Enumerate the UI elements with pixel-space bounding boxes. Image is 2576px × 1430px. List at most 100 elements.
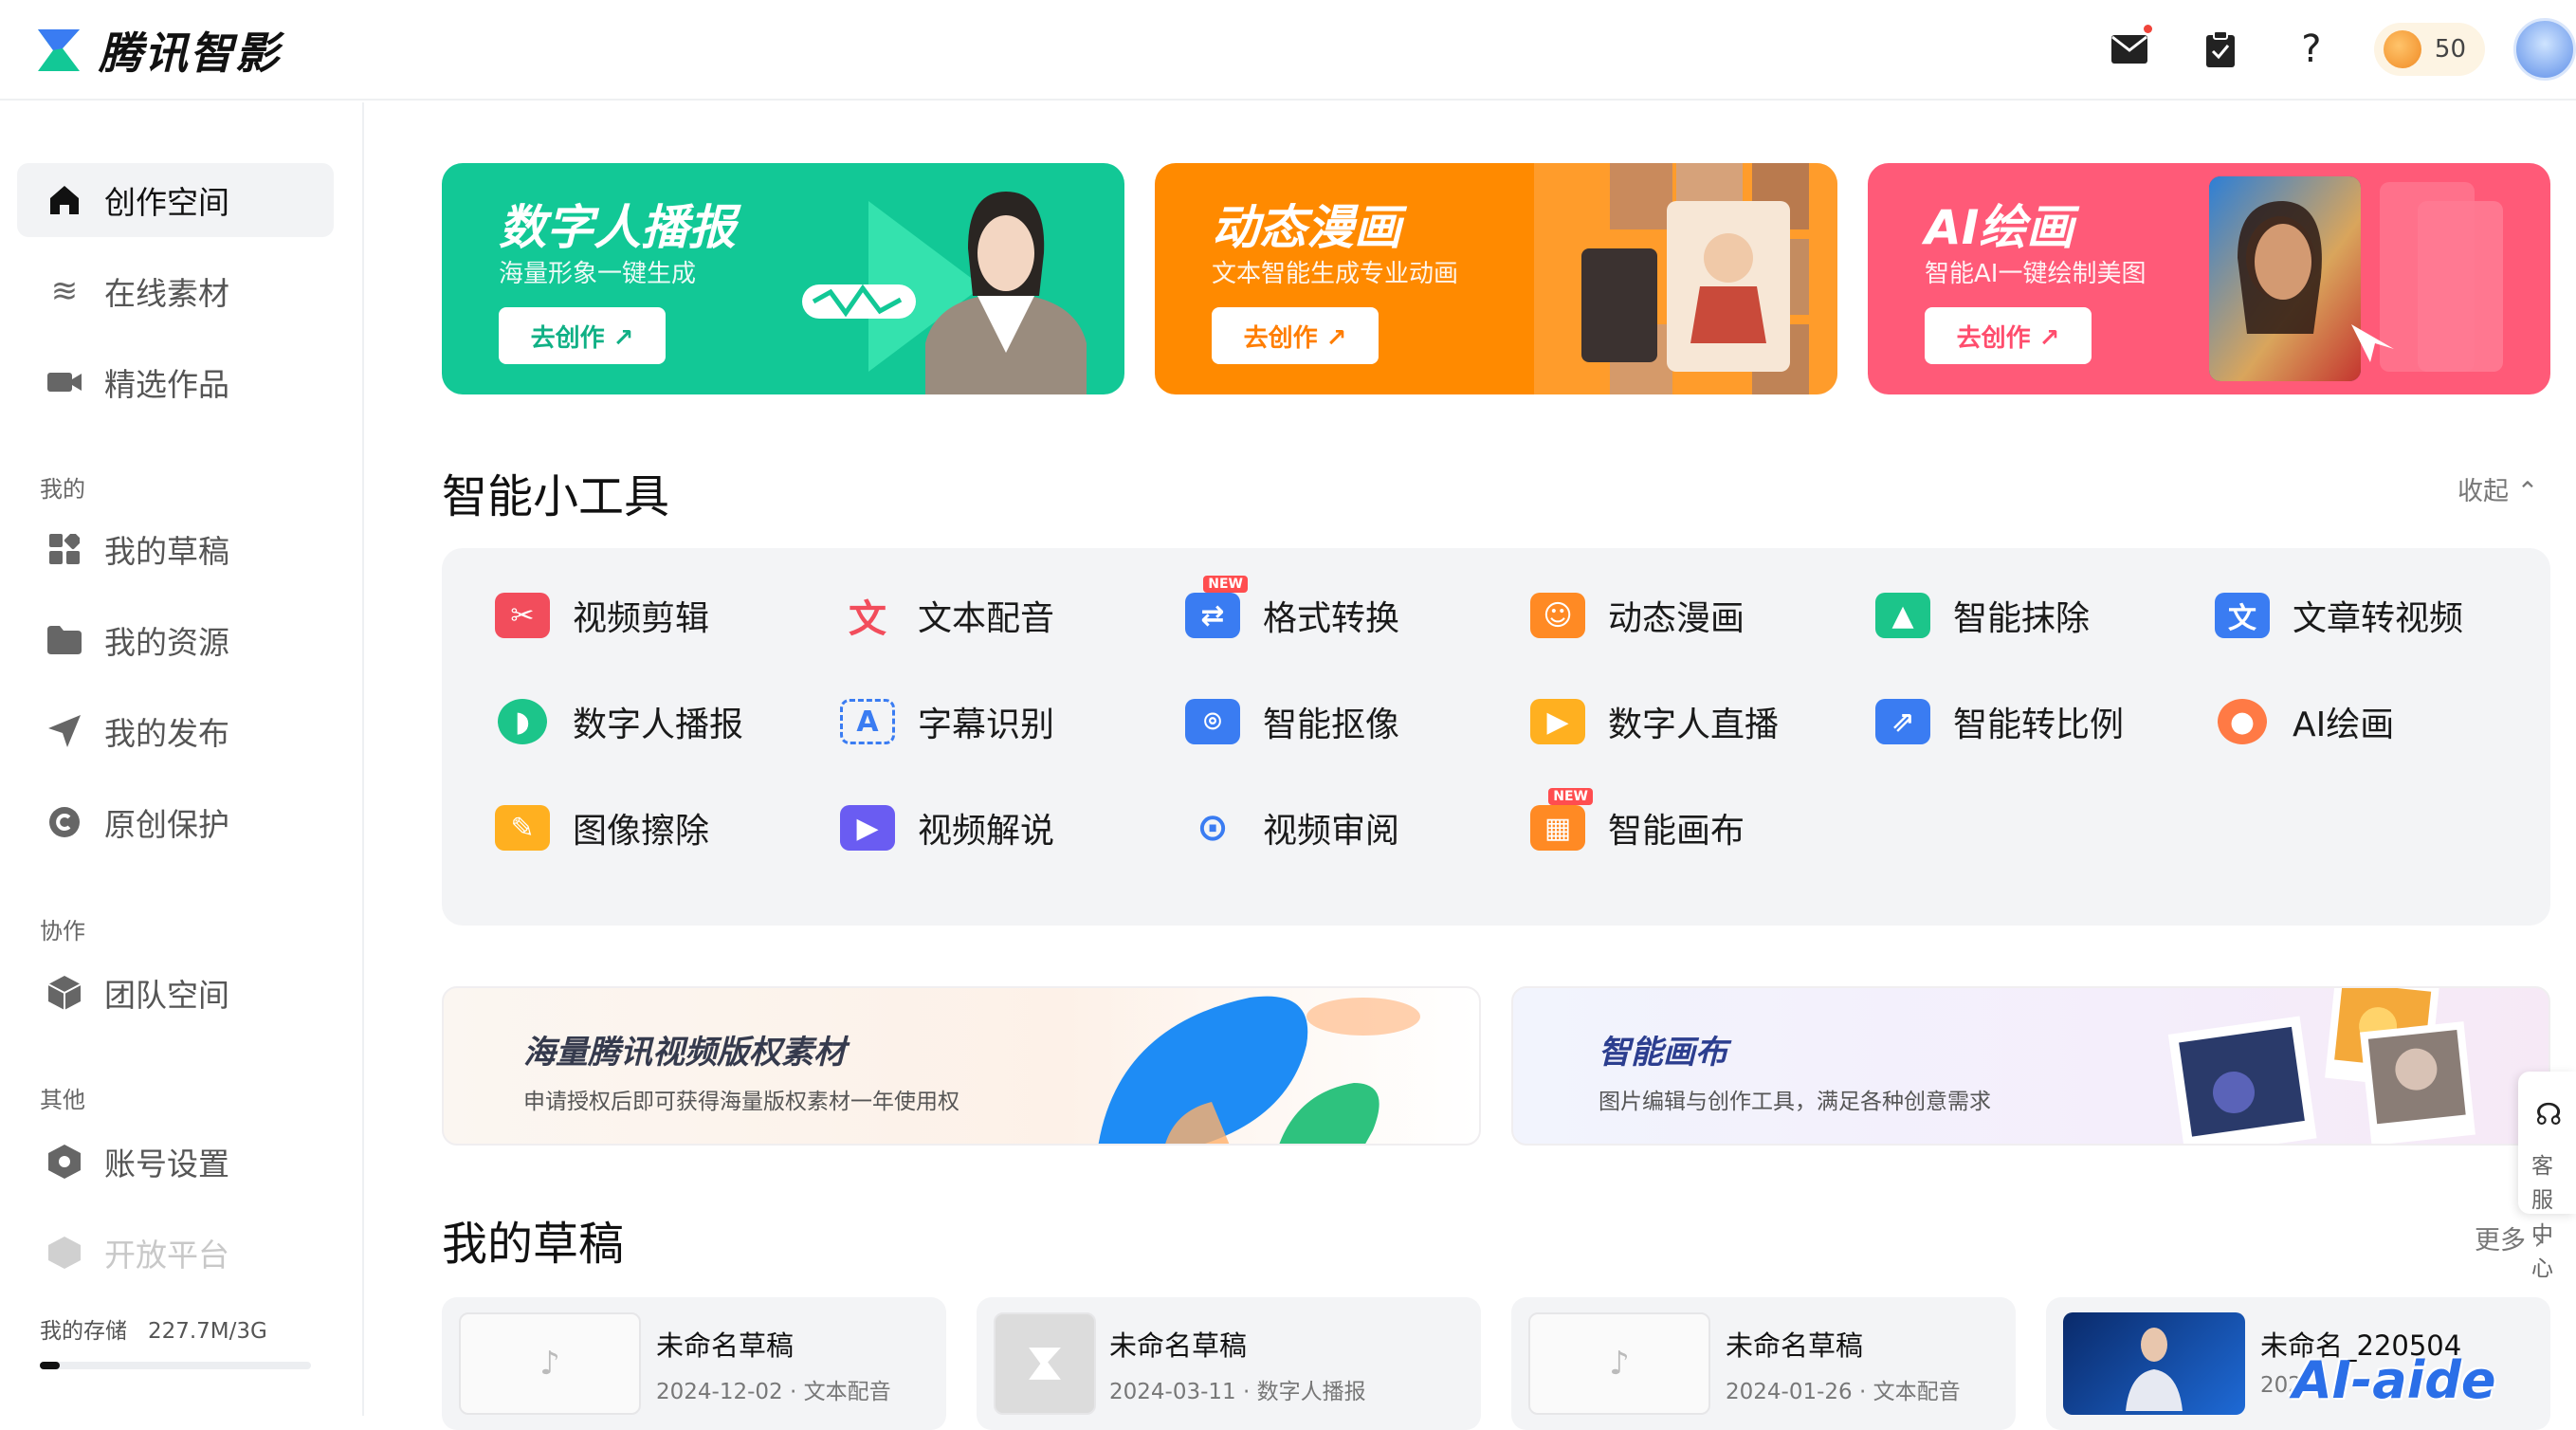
banner-create-button[interactable]: 去创作 ↗ <box>499 307 666 364</box>
tool-label: 格式转换 <box>1263 599 1400 638</box>
digital-live-icon: ▶ <box>1530 699 1585 744</box>
sidebar-item-label: 创作空间 <box>104 184 229 221</box>
tool-aspect-ratio[interactable]: ⇗ 智能转比例 <box>1868 688 2124 755</box>
logo[interactable]: 腾讯智影 <box>34 19 281 82</box>
headset-icon: ☊ <box>2535 1096 2563 1132</box>
tool-subtitle-recognition[interactable]: A 字幕识别 <box>832 688 1054 755</box>
logo-icon <box>38 29 80 71</box>
ai-portrait-illustration <box>2209 176 2503 381</box>
notification-dot <box>2143 25 2152 33</box>
sidebar-item-creation-space[interactable]: 创作空间 <box>17 163 334 237</box>
presenter-illustration <box>802 192 1087 394</box>
sidebar-item-open-platform[interactable]: 开放平台 <box>17 1216 334 1290</box>
promo-photos <box>2167 988 2476 1144</box>
more-drafts-link[interactable]: 更多 › <box>2475 1219 2544 1256</box>
tool-smart-erase[interactable]: ▲ 智能抹除 <box>1868 582 2090 649</box>
section-label-mine: 我的 <box>40 476 85 503</box>
tool-smart-canvas[interactable]: ▦ NEW 智能画布 <box>1523 788 1745 861</box>
sidebar-item-my-drafts[interactable]: 我的草稿 <box>17 512 334 586</box>
logo-icon <box>994 1312 1096 1415</box>
tool-text-voice[interactable]: 文 文本配音 <box>832 582 1054 649</box>
customer-service-button[interactable]: ☊ 客服中心 <box>2518 1072 2576 1281</box>
tool-smart-matting[interactable]: ⌾ 智能抠像 <box>1178 688 1399 755</box>
tools-section-title: 智能小工具 <box>442 470 670 523</box>
clipboard-icon[interactable] <box>2192 21 2249 78</box>
storage-info: 我的存储 227.7M/3G <box>40 1312 267 1345</box>
tool-label: AI绘画 <box>2293 706 2395 744</box>
top-bar: 腾讯智影 ? 50 <box>0 0 2576 101</box>
tool-digital-human[interactable]: ◗ 数字人播报 <box>487 688 743 755</box>
tool-label: 智能抠像 <box>1263 706 1400 744</box>
draft-name: 未命名草稿 <box>1726 1329 1864 1362</box>
app-name: 腾讯智影 <box>99 28 281 79</box>
banner-ai-drawing[interactable]: AI绘画 智能AI一键绘制美图 去创作 ↗ <box>1868 163 2550 394</box>
storage-value: 227.7M/3G <box>147 1319 267 1344</box>
news-anchor-image <box>2063 1312 2245 1415</box>
tool-format-convert[interactable]: ⇄ NEW 格式转换 <box>1178 576 1400 649</box>
collapse-button[interactable]: 收起 ⌃ <box>2457 470 2538 507</box>
new-badge: NEW <box>1203 576 1248 593</box>
video-narration-icon: ▶ <box>840 805 895 851</box>
promo-copyright-assets[interactable]: 海量腾讯视频版权素材 申请授权后即可获得海量版权素材一年使用权 <box>442 986 1481 1146</box>
mail-icon[interactable] <box>2101 21 2158 78</box>
avatar[interactable] <box>2513 18 2576 81</box>
music-note-icon: ♪ <box>459 1312 641 1415</box>
banner-title: 数字人播报 <box>499 200 736 255</box>
banner-digital-human[interactable]: 数字人播报 海量形象一键生成 去创作 ↗ <box>442 163 1124 394</box>
watermark: AI-aide <box>2293 1350 2496 1410</box>
sidebar-item-online-assets[interactable]: ≋ 在线素材 <box>17 254 334 328</box>
help-icon[interactable]: ? <box>2283 21 2340 78</box>
sidebar-item-featured-works[interactable]: 精选作品 <box>17 345 334 419</box>
tools-panel: ✂ 视频剪辑 文 文本配音 ⇄ NEW 格式转换 ☺ 动态漫画 ▲ 智能抹除 文 … <box>442 548 2550 926</box>
tool-dynamic-comic[interactable]: ☺ 动态漫画 <box>1523 582 1745 649</box>
banner-subtitle: 智能AI一键绘制美图 <box>1925 260 2147 288</box>
sidebar-item-account-settings[interactable]: 账号设置 <box>17 1125 334 1199</box>
promo-smart-canvas[interactable]: 智能画布 图片编辑与创作工具，满足各种创意需求 <box>1511 986 2550 1146</box>
banner-dynamic-comic[interactable]: 动态漫画 文本智能生成专业动画 去创作 ↗ <box>1155 163 1837 394</box>
banner-create-button[interactable]: 去创作 ↗ <box>1212 307 1379 364</box>
tool-image-erase[interactable]: ✎ 图像擦除 <box>487 795 709 861</box>
service-label: 客服中心 <box>2531 1154 2553 1281</box>
copyright-icon <box>46 803 83 841</box>
draft-meta: 2024-12-02 · 文本配音 <box>656 1380 891 1404</box>
tool-label: 文本配音 <box>918 599 1055 638</box>
sidebar-item-label: 团队空间 <box>104 977 229 1014</box>
draft-card[interactable]: 未命名草稿 2024-03-11 · 数字人播报 <box>977 1297 1481 1430</box>
sidebar-item-label: 开放平台 <box>104 1237 229 1274</box>
sidebar-item-my-resources[interactable]: 我的资源 <box>17 603 334 677</box>
sidebar-item-team-space[interactable]: 团队空间 <box>17 956 334 1030</box>
sidebar-item-my-publications[interactable]: 我的发布 <box>17 694 334 768</box>
tool-label: 视频剪辑 <box>573 599 710 638</box>
digital-human-icon: ◗ <box>498 699 547 744</box>
storage-bar-fill <box>40 1362 61 1369</box>
tool-digital-live[interactable]: ▶ 数字人直播 <box>1523 688 1779 755</box>
sidebar-item-label: 我的草稿 <box>104 533 229 570</box>
hexagon-icon <box>46 1143 83 1181</box>
palette-icon: ● <box>2218 699 2267 744</box>
send-icon <box>46 712 83 750</box>
promo-subtitle: 图片编辑与创作工具，满足各种创意需求 <box>1599 1090 1991 1114</box>
sidebar-item-original-protection[interactable]: 原创保护 <box>17 785 334 859</box>
music-note-icon: ♪ <box>1528 1312 1710 1415</box>
banner-create-button[interactable]: 去创作 ↗ <box>1925 307 2092 364</box>
tool-video-review[interactable]: ⊙ 视频审阅 <box>1178 795 1399 861</box>
comic-illustration <box>1534 163 1837 394</box>
tool-video-edit[interactable]: ✂ 视频剪辑 <box>487 582 709 649</box>
format-convert-icon: ⇄ <box>1185 593 1240 638</box>
promo-decoration <box>1098 996 1420 1144</box>
tool-video-narration[interactable]: ▶ 视频解说 <box>832 795 1054 861</box>
tool-ai-drawing[interactable]: ● AI绘画 <box>2207 688 2394 755</box>
draft-meta: 2024-01-26 · 文本配音 <box>1726 1380 1961 1404</box>
promo-subtitle: 申请授权后即可获得海量版权素材一年使用权 <box>523 1090 959 1114</box>
coin-balance[interactable]: 50 <box>2373 23 2485 76</box>
sidebar-item-label: 账号设置 <box>104 1146 229 1182</box>
draft-name: 未命名草稿 <box>656 1329 795 1362</box>
banner-title: 动态漫画 <box>1212 200 1401 255</box>
draft-card[interactable]: ♪ 未命名草稿 2024-12-02 · 文本配音 <box>442 1297 946 1430</box>
draft-card[interactable]: ♪ 未命名草稿 2024-01-26 · 文本配音 <box>1511 1297 2016 1430</box>
promo-title: 智能画布 <box>1599 1034 1727 1072</box>
sidebar: 创作空间 ≋ 在线素材 精选作品 我的 我的草稿 我的资源 我的发布 原创保护 … <box>0 102 364 1416</box>
tool-article-to-video[interactable]: 文 文章转视频 <box>2207 582 2463 649</box>
tool-label: 智能抹除 <box>1953 599 2091 638</box>
grid-icon <box>46 530 83 568</box>
